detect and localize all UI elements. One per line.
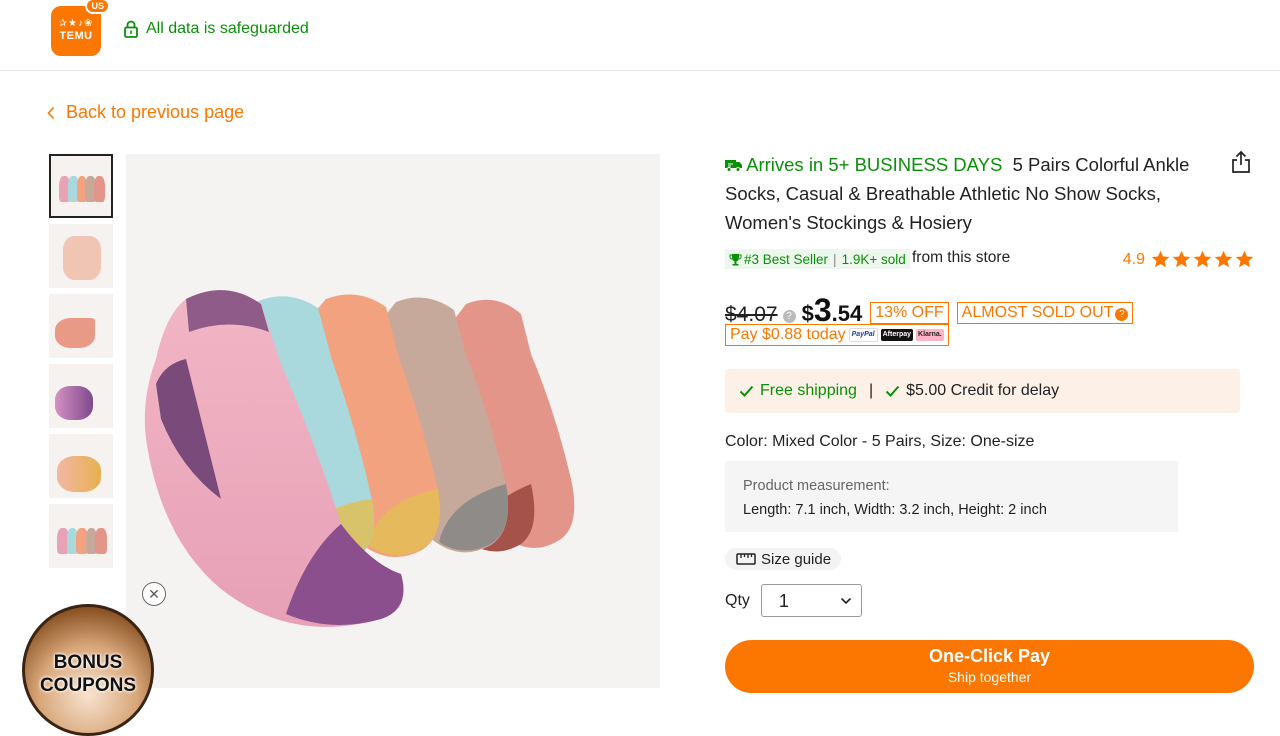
thumbnail-sock-detail-image xyxy=(63,236,101,280)
question-icon: ? xyxy=(1115,308,1129,321)
one-click-pay-button[interactable]: One-Click Pay Ship together xyxy=(725,640,1254,693)
star-icon xyxy=(1151,250,1170,268)
free-shipping-text: Free shipping xyxy=(760,382,857,399)
bonus-line-2: COUPONS xyxy=(39,675,137,696)
bonus-coupons-widget[interactable]: BONUS COUPONS xyxy=(22,604,154,736)
price-info-icon[interactable]: ? xyxy=(782,310,796,323)
seller-row: #3 Best Seller | 1.9K+ sold from this st… xyxy=(725,249,1255,271)
price-cents: .54 xyxy=(831,301,863,326)
logo-text: TEMU xyxy=(59,30,93,42)
ruler-icon xyxy=(736,553,756,565)
star-icon xyxy=(1214,250,1233,268)
credit-text: $5.00 Credit for delay xyxy=(906,382,1060,399)
share-button[interactable] xyxy=(1230,150,1252,179)
badge-separator: | xyxy=(833,251,837,267)
chevron-left-icon xyxy=(47,106,55,119)
thumbnail-2[interactable] xyxy=(49,224,113,288)
from-store-text: from this store xyxy=(912,249,1011,266)
shipping-separator: | xyxy=(868,382,874,399)
pay-today-badge[interactable]: Pay $0.88 today PayPal Afterpay Klarna. xyxy=(725,324,949,346)
thumbnail-list xyxy=(49,154,113,574)
sold-count: 1.9K+ sold xyxy=(841,251,906,267)
free-shipping: Free shipping xyxy=(739,382,857,400)
close-icon: ✕ xyxy=(148,585,160,602)
product-title: Arrives in 5+ BUSINESS DAYS 5 Pairs Colo… xyxy=(725,150,1195,237)
share-icon xyxy=(1232,150,1250,173)
chevron-down-icon xyxy=(840,597,851,605)
rating-value: 4.9 xyxy=(1122,250,1145,268)
product-info-panel: Arrives in 5+ BUSINESS DAYS 5 Pairs Colo… xyxy=(725,150,1255,693)
thumbnail-toe-image xyxy=(55,386,93,420)
size-guide-label: Size guide xyxy=(761,550,832,568)
qty-value: 1 xyxy=(778,591,789,611)
back-link[interactable]: Back to previous page xyxy=(47,102,244,123)
thumbnail-socks-image xyxy=(59,176,105,202)
thumbnail-5[interactable] xyxy=(49,434,113,498)
price-whole: 3 xyxy=(813,292,832,328)
arrival-badge: Arrives in 5+ BUSINESS DAYS xyxy=(725,154,1007,175)
thumbnail-socks-row-image xyxy=(57,528,107,554)
price-symbol: $ xyxy=(801,301,814,326)
thumbnail-mesh-image xyxy=(57,456,101,492)
socks-illustration xyxy=(144,290,575,627)
thumbnail-3[interactable] xyxy=(49,294,113,358)
trophy-icon xyxy=(729,253,742,265)
logo-glyphs: ✰★♪❀ xyxy=(58,18,94,29)
afterpay-logo: Afterpay xyxy=(880,329,914,341)
arrival-text: Arrives in 5+ BUSINESS DAYS xyxy=(746,154,1003,175)
size-guide-button[interactable]: Size guide xyxy=(725,548,842,570)
delivery-truck-icon xyxy=(725,160,742,172)
thumbnail-6[interactable] xyxy=(49,504,113,568)
measurement-label: Product measurement: xyxy=(743,478,890,494)
quantity-select[interactable]: 1 xyxy=(760,584,862,617)
best-seller-text: #3 Best Seller xyxy=(744,251,829,267)
klarna-logo: Klarna. xyxy=(916,329,944,341)
buy-sub-label: Ship together xyxy=(947,669,1032,685)
buy-label: One-Click Pay xyxy=(928,646,1051,666)
back-link-label: Back to previous page xyxy=(66,102,245,122)
safeguard-notice[interactable]: All data is safeguarded xyxy=(123,20,309,38)
star-icon xyxy=(1235,250,1254,268)
best-seller-badge[interactable]: #3 Best Seller | 1.9K+ sold xyxy=(725,249,910,269)
almost-sold-out-badge[interactable]: ALMOST SOLD OUT? xyxy=(956,302,1134,324)
bonus-coupons-text: BONUS COUPONS xyxy=(25,651,151,697)
qty-label: Qty xyxy=(725,591,750,609)
site-header: ✰★♪❀ TEMU US All data is safeguarded xyxy=(0,0,1280,71)
close-promo-button[interactable]: ✕ xyxy=(142,582,166,606)
star-icon xyxy=(1193,250,1212,268)
thumbnail-1[interactable] xyxy=(49,154,113,218)
region-badge: US xyxy=(85,0,110,14)
thumbnail-arch-image xyxy=(55,318,95,348)
temu-logo[interactable]: ✰★♪❀ TEMU US xyxy=(51,0,110,56)
star-icon xyxy=(1172,250,1191,268)
discount-badge: 13% OFF xyxy=(870,302,949,324)
pay-today-text: Pay $0.88 today xyxy=(730,326,846,343)
safeguard-text: All data is safeguarded xyxy=(146,20,309,37)
bonus-line-1: BONUS xyxy=(53,652,123,673)
quantity-row: Qty 1 xyxy=(725,584,862,617)
product-main-image[interactable] xyxy=(126,154,660,688)
check-icon xyxy=(885,385,900,397)
lock-icon xyxy=(124,20,138,38)
paypal-logo: PayPal xyxy=(848,328,878,342)
rating[interactable]: 4.9 xyxy=(1123,249,1255,270)
thumbnail-4[interactable] xyxy=(49,364,113,428)
almost-sold-out-text: ALMOST SOLD OUT xyxy=(961,304,1114,321)
credit-for-delay: $5.00 Credit for delay xyxy=(885,382,1059,400)
shipping-benefits[interactable]: Free shipping | $5.00 Credit for delay xyxy=(725,369,1240,413)
selected-variant: Color: Mixed Color - 5 Pairs, Size: One-… xyxy=(725,433,1035,450)
measurement-value: Length: 7.1 inch, Width: 3.2 inch, Heigh… xyxy=(743,501,1047,518)
product-measurement: Product measurement: Length: 7.1 inch, W… xyxy=(725,461,1178,532)
rating-stars xyxy=(1150,249,1255,270)
check-icon xyxy=(739,385,754,397)
